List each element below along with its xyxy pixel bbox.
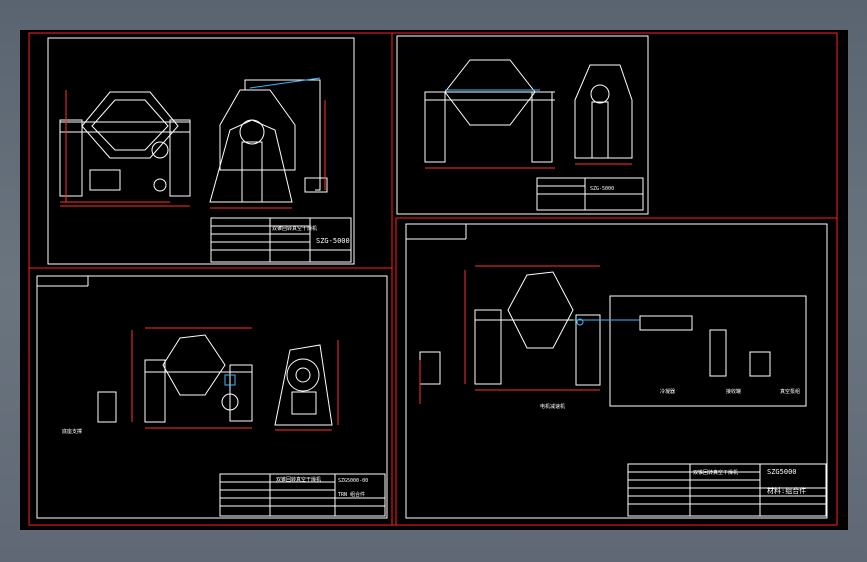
sheet-3-code: SZG5000-00	[338, 478, 368, 484]
sheet-1-code: SZG-5000	[316, 237, 350, 245]
sheet-4-pump: 真空泵组	[780, 388, 800, 395]
sheet-3-label: 底座支撑	[62, 428, 82, 435]
outer-frame	[28, 32, 838, 526]
sheet-4[interactable]: 冷凝器 接收罐 真空泵组 电机减速机 双锥回转真空干燥机 SZG5000 材料:…	[395, 217, 838, 526]
cad-model-space[interactable]: 双锥回转真空干燥机 SZG-5000 SZG-5000 双锥回转真空干燥机 SZ…	[20, 30, 848, 530]
sheet-4-code: SZG5000	[767, 468, 797, 476]
sheet-3-material: TRN 组合件	[338, 491, 365, 498]
sheet-3[interactable]: 双锥回转真空干燥机 SZG5000-00 TRN 组合件 底座支撑	[28, 267, 393, 526]
sheet-4-title: 双锥回转真空干燥机	[693, 469, 738, 476]
sheet-2[interactable]: SZG-5000	[396, 35, 649, 215]
sheet-3-title: 双锥回转真空干燥机	[276, 476, 321, 483]
sheet-4-material: 材料:组合件	[767, 486, 806, 495]
sheet-1-title: 双锥回转真空干燥机	[272, 225, 317, 232]
sheet-4-condenser: 冷凝器	[660, 388, 675, 395]
sheet-1[interactable]: 双锥回转真空干燥机 SZG-5000	[28, 32, 393, 269]
sheet-4-motor: 电机减速机	[540, 403, 565, 410]
sheet-2-code: SZG-5000	[590, 186, 614, 192]
sheet-4-receiver: 接收罐	[726, 388, 741, 395]
